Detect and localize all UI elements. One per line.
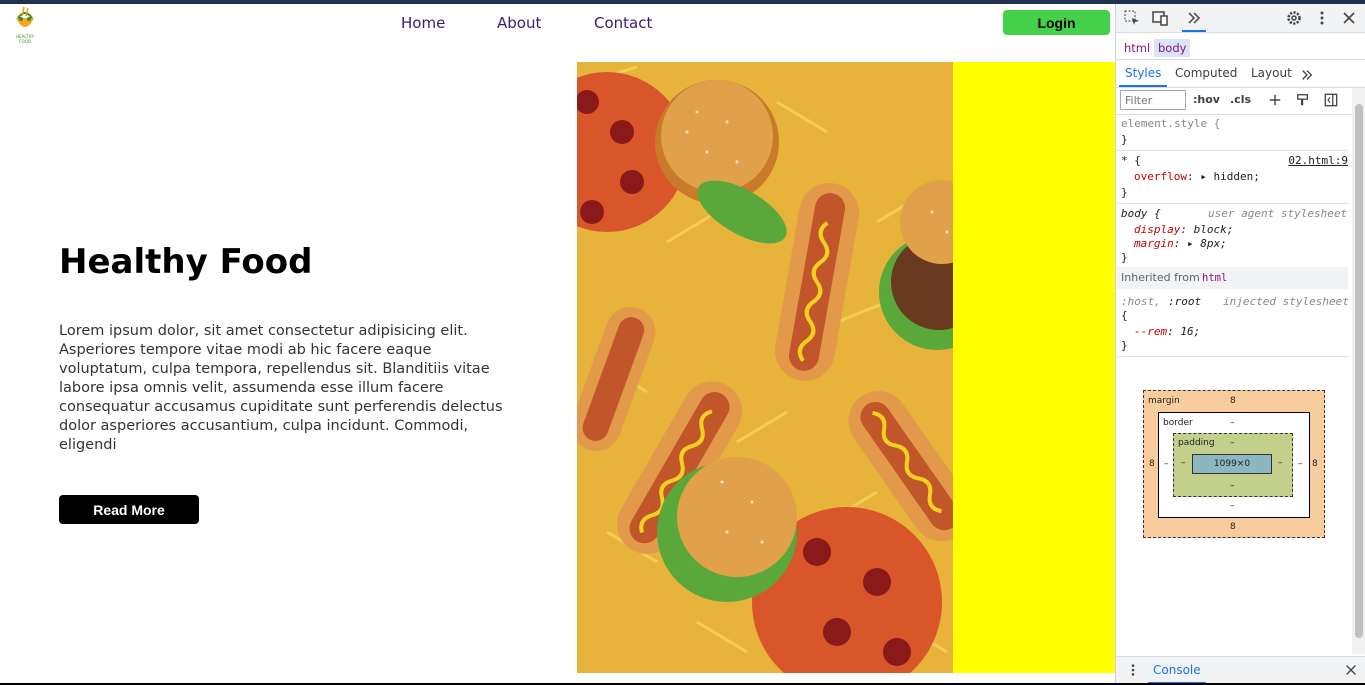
rule-selector[interactable]: * { [1121,154,1141,167]
inherited-tag[interactable]: html [1202,272,1227,284]
hover-state-toggle[interactable]: :hov [1193,93,1220,106]
border-label: border [1163,418,1193,428]
margin-label: margin [1148,396,1180,406]
scroll-thumb[interactable] [1355,104,1363,638]
rule-open: { [1121,309,1128,322]
box-model-border[interactable]: border – – – – padding – – – – 1099×0 [1158,412,1310,518]
nav-about-link[interactable]: About [497,14,541,32]
rule-close: } [1121,186,1128,199]
breadcrumb: html body [1116,35,1365,60]
settings-icon[interactable] [1286,10,1302,26]
page-viewport: HEALTHY FOOD Home About Contact Login He… [0,4,1115,683]
rule-origin: injected stylesheet [1223,295,1349,308]
prop-name: --rem [1134,325,1168,338]
close-drawer-icon[interactable] [1344,663,1358,677]
margin-left-value[interactable]: 8 [1149,459,1155,469]
rule-host-root: :host, :root injected stylesheet { --rem… [1116,292,1349,356]
inspect-icon[interactable] [1124,10,1140,26]
rule-source-link[interactable]: 02.html:9 [1288,154,1348,167]
fast-food-image [577,62,953,673]
padding-left-value[interactable]: – [1181,458,1186,468]
kebab-menu-icon[interactable] [1314,10,1330,26]
prop-name: margin [1134,237,1174,250]
rule-declaration[interactable]: margin: ▸ 8px; [1134,237,1227,250]
styles-tab-underline [1119,85,1167,87]
devtools-toolbar [1116,4,1365,33]
active-tab-underline [1182,30,1206,32]
inherited-header: Inherited from html [1116,267,1348,289]
rule-selector-host[interactable]: :host, [1121,295,1161,308]
close-icon[interactable] [1341,10,1357,26]
border-right-value[interactable]: – [1298,459,1303,469]
rule-selector[interactable]: body { [1121,207,1161,220]
breadcrumb-body[interactable]: body [1154,39,1191,57]
border-left-value[interactable]: – [1164,459,1169,469]
new-rule-icon[interactable] [1268,93,1282,107]
inherited-label: Inherited from [1121,271,1200,284]
rule-origin: user agent stylesheet [1208,207,1348,220]
yellow-panel [953,62,1115,673]
box-model-padding[interactable]: padding – – – – 1099×0 [1173,433,1293,497]
prop-name: display [1134,223,1181,236]
rule-selector-root[interactable]: :root [1168,295,1201,308]
margin-right-value[interactable]: 8 [1312,459,1318,469]
hero-title: Healthy Food [59,242,313,282]
padding-bottom-value[interactable]: – [1230,481,1235,491]
divider [1116,356,1348,357]
devtools-panel: html body Styles Computed Layout :hov .c… [1115,4,1365,683]
styles-scrollbar[interactable] [1352,88,1365,654]
prop-name: overflow [1134,170,1187,183]
read-more-button[interactable]: Read More [59,495,199,524]
tab-computed[interactable]: Computed [1175,66,1237,80]
device-toggle-icon[interactable] [1152,10,1168,26]
class-toggle[interactable]: .cls [1230,93,1251,106]
nav-contact-link[interactable]: Contact [594,14,652,32]
devtools-subtabs: Styles Computed Layout [1116,61,1365,88]
rule-declaration[interactable]: --rem: 16; [1134,325,1200,338]
rule-close: } [1121,133,1128,146]
more-subtabs-icon[interactable] [1300,68,1314,82]
paint-brush-icon[interactable] [1296,93,1310,107]
prop-value: 8px; [1200,237,1227,250]
border-top-value[interactable]: – [1230,418,1235,428]
nav-home-link[interactable]: Home [401,14,445,32]
padding-right-value[interactable]: – [1278,458,1283,468]
prop-value: hidden; [1213,170,1260,183]
padding-label: padding [1178,438,1215,448]
rule-selector[interactable]: element.style { [1121,117,1220,130]
rule-close: } [1121,339,1128,352]
prop-value: block; [1193,223,1234,236]
padding-top-value[interactable]: – [1230,438,1235,448]
rule-declaration[interactable]: display: block; [1134,223,1233,236]
login-button[interactable]: Login [1003,10,1110,35]
prop-value: 16; [1180,325,1201,338]
styles-filter-bar: :hov .cls [1116,88,1352,115]
margin-top-value[interactable]: 8 [1230,396,1236,406]
logo-text: HEALTHY FOOD [16,34,34,44]
rule-element-style: element.style { } [1116,114,1348,150]
rule-declaration[interactable]: overflow: ▸ hidden; [1134,170,1260,183]
filter-input[interactable] [1120,90,1186,110]
box-model-content[interactable]: 1099×0 [1192,454,1272,474]
tab-styles[interactable]: Styles [1125,66,1161,80]
hero-description: Lorem ipsum dolor, sit amet consectetur … [59,323,503,453]
tab-console[interactable]: Console [1153,663,1201,677]
console-drawer-bar: Console [1116,656,1365,683]
drawer-menu-icon[interactable] [1126,663,1140,677]
box-model-margin[interactable]: margin 8 8 8 8 border – – – – padding – … [1143,390,1325,538]
margin-bottom-value[interactable]: 8 [1230,522,1236,532]
logo[interactable]: HEALTHY FOOD [10,6,40,44]
border-bottom-value[interactable]: – [1230,501,1235,511]
rule-close: } [1121,251,1128,264]
rule-universal: * { 02.html:9 overflow: ▸ hidden; } [1116,151,1348,203]
sidebar-toggle-icon[interactable] [1324,93,1338,107]
logo-icon [16,6,34,27]
tab-layout[interactable]: Layout [1251,66,1292,80]
breadcrumb-html[interactable]: html [1120,39,1154,57]
more-tabs-icon[interactable] [1186,10,1202,26]
rule-body: body { user agent stylesheet display: bl… [1116,204,1348,266]
